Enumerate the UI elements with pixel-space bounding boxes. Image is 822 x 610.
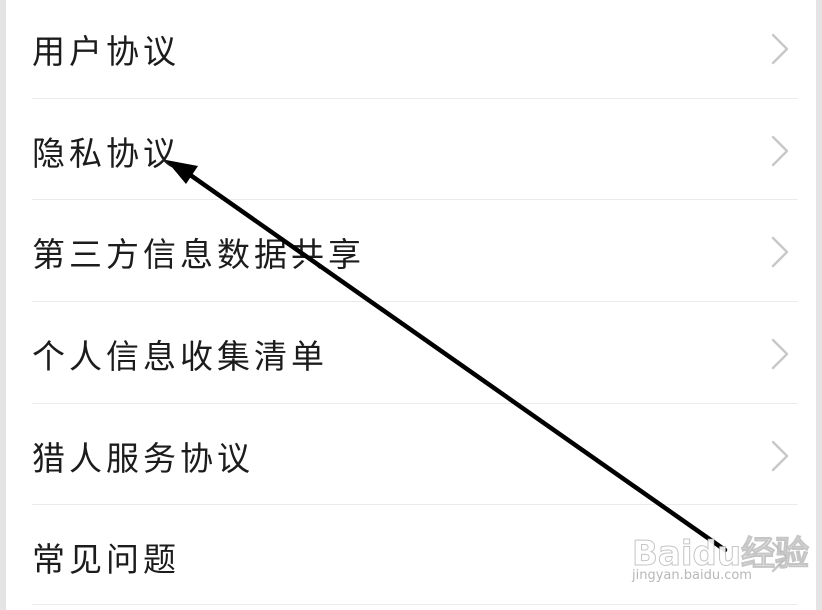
divider: [32, 504, 798, 505]
menu-item-user-agreement[interactable]: 用户协议: [0, 0, 822, 99]
settings-page: 用户协议 隐私协议 第三方信息数据共享 个人信息收集清单 猎人服务协议 常见问题…: [0, 0, 822, 610]
divider: [32, 199, 798, 200]
menu-item-third-party-data-sharing[interactable]: 第三方信息数据共享: [0, 201, 822, 302]
menu-item-hunter-service-agreement[interactable]: 猎人服务协议: [0, 405, 822, 506]
menu-item-label: 隐私协议: [32, 133, 180, 173]
menu-item-personal-info-list[interactable]: 个人信息收集清单: [0, 303, 822, 404]
chevron-right-icon: [771, 440, 789, 471]
menu-item-faq[interactable]: 常见问题: [0, 506, 822, 607]
divider: [32, 98, 798, 99]
menu-item-label: 个人信息收集清单: [32, 336, 328, 376]
chevron-right-icon: [771, 541, 789, 572]
menu-item-privacy-agreement[interactable]: 隐私协议: [0, 100, 822, 201]
divider: [32, 604, 798, 605]
menu-item-label: 猎人服务协议: [32, 438, 254, 478]
chevron-right-icon: [771, 338, 789, 369]
menu-item-label: 常见问题: [32, 539, 180, 579]
menu-item-label: 第三方信息数据共享: [32, 234, 365, 274]
divider: [32, 301, 798, 302]
divider: [32, 403, 798, 404]
chevron-right-icon: [771, 33, 789, 64]
menu-item-label: 用户协议: [32, 31, 180, 71]
chevron-right-icon: [771, 236, 789, 267]
chevron-right-icon: [771, 135, 789, 166]
